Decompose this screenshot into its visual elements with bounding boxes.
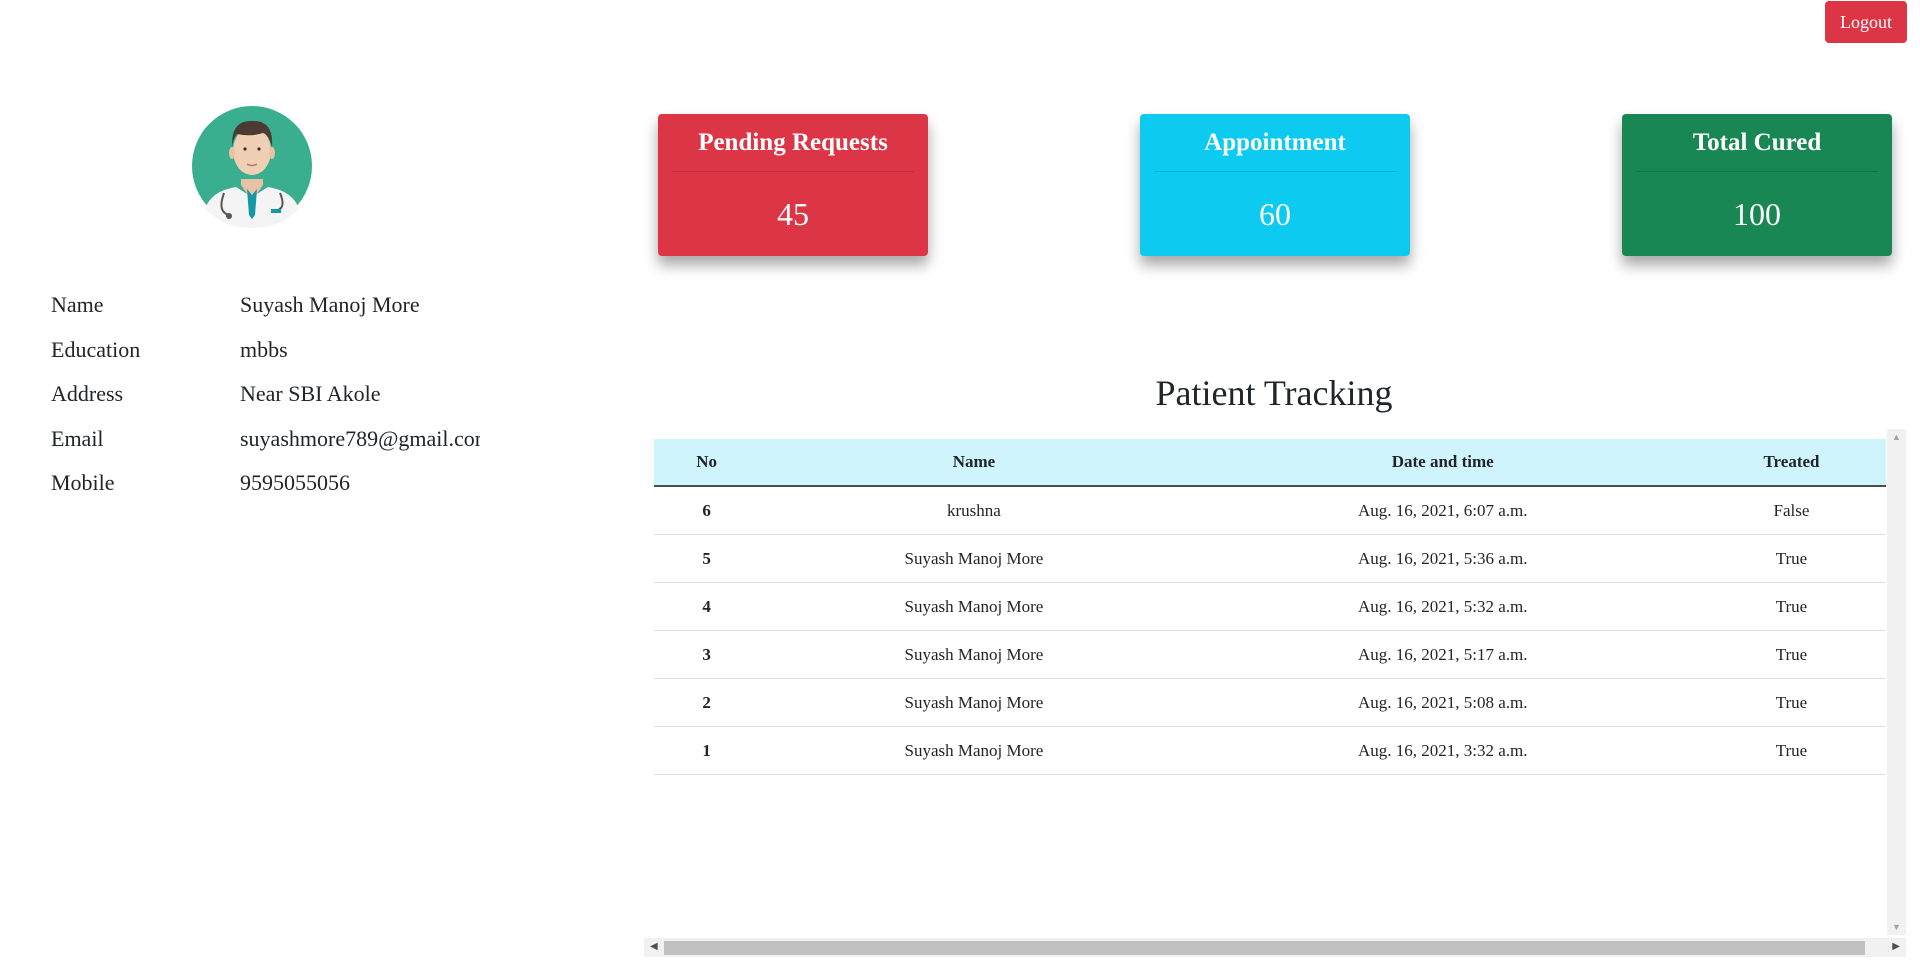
table-row: 3 Suyash Manoj More Aug. 16, 2021, 5:17 … bbox=[654, 630, 1886, 679]
stat-card-title: Total Cured bbox=[1636, 114, 1878, 172]
table-row: 6 krushna Aug. 16, 2021, 6:07 a.m. False bbox=[654, 486, 1886, 535]
profile-value: suyashmore789@gmail.com bbox=[240, 425, 480, 451]
cell-no: 2 bbox=[654, 678, 760, 727]
profile-details: Name Suyash Manoj More Education mbbs Ad… bbox=[51, 283, 501, 506]
profile-row-mobile: Mobile 9595055056 bbox=[51, 461, 501, 506]
patient-tracking-title: Patient Tracking bbox=[1155, 373, 1393, 413]
cell-name: Suyash Manoj More bbox=[759, 726, 1189, 775]
patient-tracking-table: No Name Date and time Treated 6 krushna … bbox=[654, 439, 1886, 775]
cell-datetime: Aug. 16, 2021, 5:08 a.m. bbox=[1188, 678, 1697, 727]
cell-name: Suyash Manoj More bbox=[759, 534, 1189, 583]
doctor-avatar-icon bbox=[191, 97, 313, 228]
cell-datetime: Aug. 16, 2021, 3:32 a.m. bbox=[1188, 726, 1697, 775]
profile-row-education: Education mbbs bbox=[51, 328, 501, 373]
cell-datetime: Aug. 16, 2021, 5:36 a.m. bbox=[1188, 534, 1697, 583]
cell-treated: False bbox=[1696, 486, 1886, 535]
scroll-left-arrow-icon[interactable]: ◀ bbox=[650, 941, 658, 952]
total-cured-card: Total Cured 100 bbox=[1622, 114, 1892, 256]
horizontal-scrollbar[interactable]: ◀ ▶ bbox=[644, 938, 1906, 957]
table-row: 1 Suyash Manoj More Aug. 16, 2021, 3:32 … bbox=[654, 726, 1886, 775]
logout-button[interactable]: Logout bbox=[1825, 1, 1907, 43]
stat-card-value: 45 bbox=[777, 196, 809, 232]
profile-row-address: Address Near SBI Akole bbox=[51, 372, 501, 417]
cell-datetime: Aug. 16, 2021, 5:32 a.m. bbox=[1188, 582, 1697, 631]
profile-value: Near SBI Akole bbox=[240, 381, 381, 406]
profile-label: Mobile bbox=[51, 470, 115, 495]
cell-treated: True bbox=[1696, 678, 1886, 727]
scroll-up-arrow-icon[interactable]: ▲ bbox=[1892, 432, 1901, 442]
cell-no: 5 bbox=[654, 534, 760, 583]
profile-value: 9595055056 bbox=[240, 470, 350, 495]
column-header-treated: Treated bbox=[1696, 439, 1886, 487]
table-row: 2 Suyash Manoj More Aug. 16, 2021, 5:08 … bbox=[654, 678, 1886, 727]
cell-name: Suyash Manoj More bbox=[759, 582, 1189, 631]
appointment-card: Appointment 60 bbox=[1140, 114, 1410, 256]
horizontal-scrollbar-thumb[interactable] bbox=[664, 941, 1865, 955]
profile-label: Address bbox=[51, 381, 124, 406]
cell-no: 6 bbox=[654, 486, 760, 535]
scroll-down-arrow-icon[interactable]: ▼ bbox=[1892, 922, 1901, 932]
cell-treated: True bbox=[1696, 630, 1886, 679]
profile-label: Education bbox=[51, 336, 141, 362]
profile-value: mbbs bbox=[240, 336, 288, 362]
profile-label: Email bbox=[51, 425, 104, 451]
cell-treated: True bbox=[1696, 582, 1886, 631]
cell-no: 4 bbox=[654, 582, 760, 631]
cell-name: krushna bbox=[759, 486, 1189, 535]
profile-row-email: Email suyashmore789@gmail.com bbox=[51, 417, 501, 462]
cell-no: 3 bbox=[654, 630, 760, 679]
profile-value: Suyash Manoj More bbox=[240, 292, 420, 317]
cell-name: Suyash Manoj More bbox=[759, 630, 1189, 679]
table-header-row: No Name Date and time Treated bbox=[654, 439, 1886, 487]
profile-label: Name bbox=[51, 292, 104, 317]
column-header-date-and-time: Date and time bbox=[1188, 439, 1697, 487]
table-row: 5 Suyash Manoj More Aug. 16, 2021, 5:36 … bbox=[654, 534, 1886, 583]
profile-row-name: Name Suyash Manoj More bbox=[51, 283, 501, 328]
stat-card-title: Pending Requests bbox=[672, 114, 914, 172]
patient-tracking-table-container: No Name Date and time Treated 6 krushna … bbox=[654, 439, 1886, 775]
vertical-scrollbar[interactable]: ▲ ▼ bbox=[1887, 429, 1906, 935]
cell-treated: True bbox=[1696, 726, 1886, 775]
cell-name: Suyash Manoj More bbox=[759, 678, 1189, 727]
cell-no: 1 bbox=[654, 726, 760, 775]
stat-card-value: 60 bbox=[1259, 196, 1291, 232]
cell-datetime: Aug. 16, 2021, 5:17 a.m. bbox=[1188, 630, 1697, 679]
cell-treated: True bbox=[1696, 534, 1886, 583]
stat-card-title: Appointment bbox=[1154, 114, 1396, 172]
column-header-name: Name bbox=[759, 439, 1189, 487]
stat-card-value: 100 bbox=[1733, 196, 1781, 232]
pending-requests-card: Pending Requests 45 bbox=[658, 114, 928, 256]
cell-datetime: Aug. 16, 2021, 6:07 a.m. bbox=[1188, 486, 1697, 535]
scroll-right-arrow-icon[interactable]: ▶ bbox=[1892, 941, 1900, 952]
table-row: 4 Suyash Manoj More Aug. 16, 2021, 5:32 … bbox=[654, 582, 1886, 631]
column-header-no: No bbox=[654, 439, 760, 487]
